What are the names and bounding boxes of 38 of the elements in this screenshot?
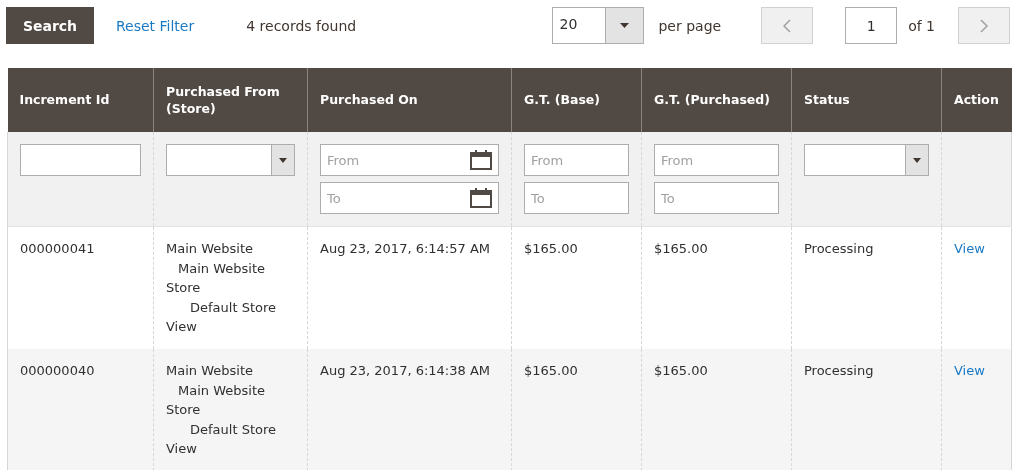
search-button[interactable]: Search — [6, 7, 94, 44]
base-total-cell: $165.00 — [524, 363, 578, 378]
status-cell: Processing — [804, 363, 874, 378]
column-header[interactable]: G.T. (Base) — [511, 68, 642, 132]
range-from-field[interactable]: From — [654, 144, 779, 176]
date-input-field[interactable]: From — [320, 144, 499, 176]
page-number-field[interactable]: 1 — [845, 7, 898, 44]
store-scope-label: Default Store View — [166, 420, 277, 458]
purchased-total-cell: $165.00 — [654, 363, 708, 378]
column-header[interactable]: G.T. (Purchased) — [641, 68, 792, 132]
date-input-field[interactable]: To — [320, 182, 499, 214]
store-scope-label: Default Store View — [166, 298, 277, 336]
reset-filter-link[interactable]: Reset Filter — [116, 17, 195, 34]
increment-id-cell: 000000041 — [20, 241, 95, 256]
range-from-field[interactable]: From — [524, 144, 629, 176]
purchased-total-cell: $165.00 — [654, 241, 708, 256]
column-header[interactable]: Increment Id — [7, 68, 154, 132]
view-link[interactable]: View — [954, 241, 985, 256]
store-scope-label: Main Website — [166, 362, 254, 380]
purchase-date-cell: Aug 23, 2017, 6:14:38 AM — [320, 363, 491, 378]
per-page-select[interactable]: 20 — [552, 7, 645, 44]
view-link[interactable]: View — [954, 363, 985, 378]
column-header[interactable]: Action — [941, 68, 1012, 132]
store-scope-label: Main Website Store — [166, 259, 266, 297]
store-scope-label: Main Website — [166, 240, 254, 258]
increment-id-cell: 000000040 — [20, 363, 95, 378]
per-page-label: per page — [658, 17, 722, 34]
purchase-date-cell: Aug 23, 2017, 6:14:57 AM — [320, 241, 491, 256]
status-cell: Processing — [804, 241, 874, 256]
range-to-field[interactable]: To — [654, 182, 779, 214]
column-header[interactable]: Purchased On — [307, 68, 512, 132]
records-count: 4 records found — [246, 17, 357, 34]
column-header[interactable]: Status — [791, 68, 942, 132]
page-total-label: of 1 — [908, 17, 935, 34]
column-header[interactable]: Purchased From (Store) — [153, 68, 308, 132]
base-total-cell: $165.00 — [524, 241, 578, 256]
range-to-field[interactable]: To — [524, 182, 629, 214]
store-scope-label: Main Website Store — [166, 381, 266, 419]
